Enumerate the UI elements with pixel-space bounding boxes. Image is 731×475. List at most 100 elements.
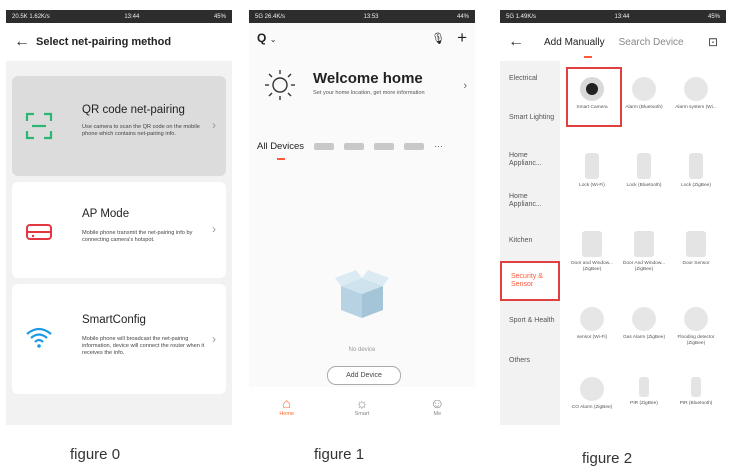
figure-caption: figure 0	[70, 446, 121, 463]
device-tile[interactable]: Lock (Bluetooth)	[618, 153, 670, 189]
lock-icon	[585, 153, 599, 179]
device-label: Lock (ZigBee)	[681, 183, 711, 188]
wifi-icon	[26, 327, 52, 348]
sun-icon	[265, 70, 295, 100]
chevron-right-icon: ›	[463, 80, 467, 92]
device-label: PIR (Bluetooth)	[679, 401, 713, 406]
status-battery: 44%	[456, 13, 469, 20]
category-item[interactable]: Sport & Health	[500, 301, 560, 341]
profile-icon: ☺	[430, 395, 445, 411]
alarm-icon	[632, 77, 656, 101]
option-title: SmartConfig	[82, 314, 146, 326]
add-device-button[interactable]: Add Device	[327, 366, 401, 385]
device-tile[interactable]: Lock (ZigBee)	[670, 153, 722, 189]
option-title: QR code net-pairing	[82, 104, 185, 116]
tab-add-manually[interactable]: Add Manually	[544, 37, 605, 48]
status-network: 5G 26.4K/s	[255, 13, 286, 20]
device-label: Alarm (Bluetooth)	[625, 105, 663, 110]
nav-label: Smart	[354, 411, 370, 417]
device-tile[interactable]: Flooding detector (ZigBee)	[670, 307, 722, 347]
device-tile[interactable]: Door and Window... (ZigBee)	[566, 231, 618, 273]
option-ap-mode[interactable]: AP Mode Mobile phone transmit the net-pa…	[12, 182, 226, 278]
welcome-banner[interactable]: Welcome home Set your home location, get…	[257, 66, 469, 106]
nav-smart[interactable]: ☼ Smart	[342, 395, 382, 417]
device-tile[interactable]: sensor (Wi-Fi)	[566, 307, 618, 341]
nav-me[interactable]: ☺ Me	[417, 395, 457, 417]
status-battery: 45%	[213, 13, 226, 20]
tab-room[interactable]	[314, 142, 334, 150]
device-tile[interactable]: Alarm (Bluetooth)	[618, 77, 670, 111]
door-sensor-icon	[634, 231, 654, 257]
back-arrow-icon[interactable]: ←	[508, 33, 530, 51]
more-icon[interactable]: ···	[434, 141, 443, 151]
tab-room[interactable]	[374, 142, 394, 150]
category-item[interactable]: Home Applianc...	[500, 181, 560, 221]
co-alarm-icon	[580, 377, 604, 401]
pir-sensor-icon	[639, 377, 649, 397]
scan-icon[interactable]: ⊡	[708, 35, 718, 49]
device-tile[interactable]: PIR (Bluetooth)	[670, 377, 722, 407]
device-tile[interactable]: Door Sensor	[670, 231, 722, 267]
tab-room[interactable]	[344, 142, 364, 150]
home-selector[interactable]: Q ⌄	[257, 31, 276, 45]
welcome-subtitle: Set your home location, get more informa…	[313, 90, 425, 96]
phone-screen-add-device: 5G 1.49K/s 13:44 45% ← Add Manually Sear…	[500, 10, 726, 425]
device-tile[interactable]: Door And Window... (ZigBee)	[618, 231, 670, 273]
figure-caption: figure 1	[314, 446, 365, 463]
page-title: Select net-pairing method	[36, 36, 172, 48]
device-tile[interactable]: Gas Alarm (ZigBee)	[618, 307, 670, 341]
option-description: Use camera to scan the QR code on the mo…	[82, 124, 200, 137]
device-label: Door And Window... (ZigBee)	[622, 261, 666, 272]
status-bar: 5G 1.49K/s 13:44 45%	[500, 10, 726, 23]
home-icon: ⌂	[282, 395, 291, 411]
sun-icon: ☼	[355, 395, 369, 411]
category-item[interactable]: Kitchen	[500, 221, 560, 261]
device-label: PIR (ZigBee)	[630, 401, 658, 406]
device-label: Alarm system (Wi...	[675, 105, 717, 110]
device-label: Gas Alarm (ZigBee)	[622, 335, 666, 340]
option-title: AP Mode	[82, 208, 130, 220]
highlight-box	[566, 67, 622, 127]
router-icon	[26, 224, 52, 240]
add-icon[interactable]: +	[457, 28, 467, 48]
category-item[interactable]: Home Applianc...	[500, 139, 560, 181]
device-tile[interactable]: PIR (ZigBee)	[618, 377, 670, 407]
nav-home[interactable]: ⌂ Home	[267, 395, 307, 417]
device-tile[interactable]: Alarm system (Wi...	[670, 77, 722, 111]
device-label: sensor (Wi-Fi)	[576, 335, 608, 340]
status-time: 13:53	[363, 13, 379, 20]
status-bar: 20.5K 1.62K/s 13:44 45%	[6, 10, 232, 23]
status-time: 13:44	[124, 13, 140, 20]
bottom-navigation: ⌂ Home ☼ Smart ☺ Me	[249, 387, 475, 425]
tab-search-device[interactable]: Search Device	[619, 37, 684, 48]
device-label: Door and Window... (ZigBee)	[571, 261, 613, 272]
category-sidebar: Electrical Smart Lighting Home Applianc.…	[500, 61, 560, 425]
back-arrow-icon[interactable]: ←	[14, 33, 36, 51]
option-description: Mobile phone transmit the net-pairing in…	[82, 230, 193, 243]
status-network: 20.5K 1.62K/s	[12, 13, 50, 20]
device-label: Lock (Wi-Fi)	[579, 183, 605, 188]
tab-room[interactable]	[404, 142, 424, 150]
category-item-active[interactable]: Security & Sensor	[500, 261, 560, 301]
chevron-right-icon: ›	[212, 332, 216, 346]
option-qr-code[interactable]: QR code net-pairing Use camera to scan t…	[12, 76, 226, 176]
category-item[interactable]: Smart Lighting	[500, 97, 560, 139]
category-item[interactable]: Electrical	[500, 61, 560, 97]
nav-label: Home	[279, 411, 294, 417]
active-tab-indicator	[277, 158, 285, 160]
device-tile[interactable]: Lock (Wi-Fi)	[566, 153, 618, 189]
device-tile[interactable]: CO Alarm (ZigBee)	[566, 377, 618, 411]
room-tabs: All Devices ···	[257, 136, 467, 156]
chevron-down-icon: ⌄	[269, 35, 277, 44]
tab-all-devices[interactable]: All Devices	[257, 141, 304, 152]
gas-alarm-icon	[632, 307, 656, 331]
alarm-icon	[684, 77, 708, 101]
microphone-icon[interactable]: 🎙	[431, 32, 445, 45]
status-time: 13:44	[614, 13, 630, 20]
nav-label: Me	[433, 411, 442, 417]
qr-scan-icon	[25, 112, 53, 140]
category-item[interactable]: Others	[500, 341, 560, 381]
option-smartconfig[interactable]: SmartConfig Mobile phone will broadcast …	[12, 284, 226, 394]
chevron-right-icon: ›	[212, 118, 216, 132]
figure-caption: figure 2	[582, 450, 633, 467]
